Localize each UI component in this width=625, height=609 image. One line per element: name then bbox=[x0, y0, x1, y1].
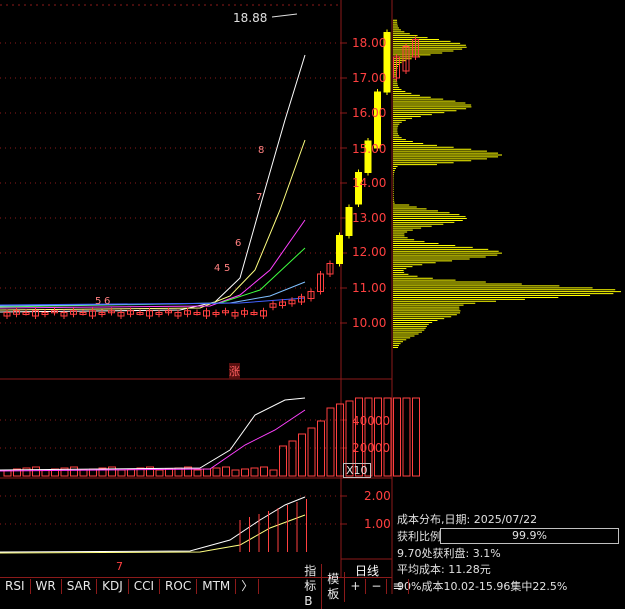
price-label: 12.00 bbox=[352, 245, 387, 259]
volume-bar bbox=[22, 467, 31, 477]
volume-bar bbox=[307, 427, 316, 477]
candle-label: 8 bbox=[258, 145, 264, 156]
cost-title: 成本分布,日期: 2025/07/22 bbox=[397, 513, 538, 526]
volume-bar bbox=[155, 469, 164, 477]
profit-bar: 99.9% bbox=[440, 528, 619, 544]
volume-bar bbox=[412, 397, 420, 477]
stock-chart[interactable]: 5 64 5678 bbox=[0, 0, 625, 594]
ma-line bbox=[0, 281, 306, 307]
volume-ma bbox=[0, 409, 306, 472]
price-label: 13.00 bbox=[352, 211, 387, 225]
tab-mtm[interactable]: MTM bbox=[197, 579, 237, 594]
volume-ma bbox=[0, 397, 306, 471]
zoom-out-button[interactable]: − bbox=[366, 579, 388, 594]
candle-label: 4 bbox=[214, 263, 220, 274]
tab-roc[interactable]: ROC bbox=[160, 579, 198, 594]
volume-label: 40000 bbox=[352, 414, 391, 428]
volume-bar bbox=[108, 466, 116, 477]
volume-bar bbox=[298, 433, 306, 477]
volume-bar bbox=[241, 468, 249, 477]
price-label: 11.00 bbox=[352, 281, 387, 295]
menu-button[interactable]: ≡ bbox=[387, 579, 409, 594]
high-marker-arrow bbox=[271, 13, 298, 18]
price-label: 14.00 bbox=[352, 176, 387, 190]
volume-bar bbox=[269, 469, 278, 477]
profit-line: 9.70处获利盘: 3.1% bbox=[397, 547, 501, 560]
volume-multiplier: X10 bbox=[343, 463, 371, 478]
price-label: 15.00 bbox=[352, 142, 387, 156]
tab-more[interactable]: 〉 bbox=[236, 579, 260, 594]
volume-bar bbox=[212, 467, 221, 477]
tab-kdj[interactable]: KDJ bbox=[97, 579, 129, 594]
volume-bar bbox=[79, 469, 88, 477]
candle-label: 6 bbox=[235, 238, 241, 249]
volume-bar bbox=[203, 468, 211, 477]
tab-sar[interactable]: SAR bbox=[62, 579, 98, 594]
zoom-in-button[interactable]: + bbox=[345, 579, 367, 594]
indicator-label: 1.00 bbox=[364, 517, 391, 531]
volume-bar bbox=[260, 466, 268, 477]
limit-up-marker: 涨 bbox=[229, 363, 240, 379]
profit-label: 获利比例: bbox=[397, 530, 445, 543]
volume-bar bbox=[70, 466, 78, 477]
profit-value: 99.9% bbox=[512, 529, 547, 542]
cost-distribution-profile bbox=[393, 19, 621, 348]
volume-bar bbox=[383, 397, 392, 477]
indicator-label: 2.00 bbox=[364, 489, 391, 503]
volume-label: 20000 bbox=[352, 441, 391, 455]
date-marker: 7 bbox=[116, 560, 123, 573]
volume-bar bbox=[288, 440, 297, 477]
ma-line bbox=[0, 219, 306, 309]
candle-label: 5 bbox=[95, 296, 101, 307]
volume-bar bbox=[117, 469, 126, 477]
candle-label: 6 bbox=[104, 296, 110, 307]
volume-bar bbox=[393, 397, 401, 477]
volume-bar bbox=[32, 466, 40, 477]
volume-bar bbox=[279, 445, 287, 477]
volume-bar bbox=[193, 469, 202, 477]
concentration-line: 90%成本10.02-15.96集中22.5% bbox=[397, 580, 568, 593]
volume-bar bbox=[250, 467, 259, 477]
price-label: 16.00 bbox=[352, 106, 387, 120]
indicator-tab-bar: RSI WR SAR KDJ CCI ROC MTM 〉 指标B 模 板 + −… bbox=[0, 564, 409, 609]
volume-bar bbox=[165, 468, 173, 477]
candle bbox=[374, 91, 381, 149]
volume-bar bbox=[402, 397, 411, 477]
tab-wr[interactable]: WR bbox=[31, 579, 62, 594]
tab-rsi[interactable]: RSI bbox=[0, 579, 31, 594]
ma-line bbox=[0, 297, 306, 306]
price-label: 18.00 bbox=[352, 36, 387, 50]
volume-bar bbox=[231, 469, 240, 477]
candle-label: 5 bbox=[224, 263, 230, 274]
ma-line bbox=[0, 139, 306, 311]
candle-label: 7 bbox=[256, 192, 262, 203]
price-label: 17.00 bbox=[352, 71, 387, 85]
price-label: 10.00 bbox=[352, 316, 387, 330]
indicator-lines bbox=[0, 496, 307, 554]
avg-cost-line: 平均成本: 11.28元 bbox=[397, 563, 491, 576]
volume-bar bbox=[326, 407, 335, 477]
high-price-marker: 18.88 bbox=[233, 11, 268, 25]
tab-template[interactable]: 模 板 bbox=[322, 571, 346, 602]
candle bbox=[336, 235, 343, 264]
tab-indicator-b[interactable]: 指标B bbox=[299, 564, 323, 609]
tab-cci[interactable]: CCI bbox=[129, 579, 161, 594]
volume-bar bbox=[374, 397, 382, 477]
volume-bar bbox=[222, 466, 230, 477]
candlesticks: 5 64 5678 bbox=[3, 13, 419, 319]
